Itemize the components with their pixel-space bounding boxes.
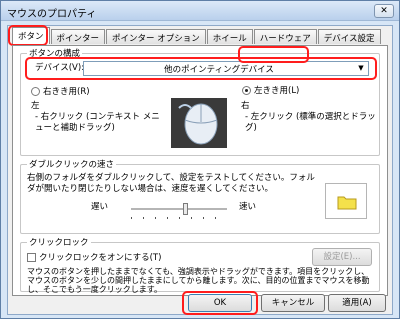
left-side-title: 左 bbox=[31, 101, 40, 111]
tab-wheel[interactable]: ホイール bbox=[206, 29, 253, 44]
apply-button[interactable]: 適用(A) bbox=[328, 294, 386, 312]
double-click-label: ダブルクリックの速さ bbox=[27, 158, 117, 170]
folder-icon bbox=[337, 196, 357, 210]
tab-device-settings[interactable]: デバイス設定 bbox=[317, 29, 381, 44]
mouse-image bbox=[171, 98, 227, 148]
checkbox-box bbox=[27, 252, 36, 262]
tab-strip: ボタン ポインター ポインター オプション ホイール ハードウェア デバイス設定 bbox=[12, 27, 382, 45]
right-side-desc: - 左クリック (標準の選択とドラッグ) bbox=[245, 112, 376, 133]
close-button[interactable]: ✕ bbox=[374, 4, 394, 18]
right-side-title: 右 bbox=[241, 101, 250, 111]
slider-thumb[interactable] bbox=[182, 203, 188, 215]
click-lock-desc: マウスのボタンを押したままでなくても、強調表示やドラッグができます。項目をクリッ… bbox=[27, 267, 370, 294]
left-handed-label: 左きき用(L) bbox=[254, 86, 300, 96]
mouse-properties-window: マウスのプロパティ ✕ ボタン ポインター ポインター オプション ホイール ハ… bbox=[0, 0, 400, 319]
ok-highlight bbox=[182, 291, 258, 315]
buttons-tab-panel: ボタンの構成 デバイス(V): 他のポインティングデバイス ▼ 右きき用(R) … bbox=[12, 45, 388, 296]
radio-dot-selected bbox=[242, 85, 251, 95]
radio-dot bbox=[31, 86, 40, 96]
tab-pointer[interactable]: ポインター bbox=[50, 29, 106, 44]
slow-label: 遅い bbox=[91, 202, 109, 212]
left-handed-radio[interactable]: 左きき用(L) bbox=[242, 84, 299, 96]
right-handed-radio[interactable]: 右きき用(R) bbox=[31, 85, 90, 97]
slider-track bbox=[131, 208, 227, 210]
cancel-button[interactable]: キャンセル bbox=[261, 294, 325, 312]
right-handed-label: 右きき用(R) bbox=[43, 87, 90, 97]
dialog-client-area: ボタン ポインター ポインター オプション ホイール ハードウェア デバイス設定… bbox=[7, 25, 393, 315]
left-handed-highlight bbox=[238, 46, 309, 63]
device-highlight bbox=[25, 57, 377, 80]
folder-shape bbox=[337, 196, 357, 210]
click-lock-settings-button[interactable]: 設定(E)... bbox=[312, 248, 372, 266]
tab-highlight bbox=[8, 25, 48, 46]
test-folder-area[interactable] bbox=[325, 183, 367, 219]
click-lock-label: クリックロック bbox=[27, 236, 91, 248]
fast-label: 速い bbox=[239, 202, 257, 212]
double-click-desc: 右側のフォルダをダブルクリックして、設定をテストしてください。フォルダが開いたり… bbox=[27, 173, 315, 194]
slider-ticks bbox=[131, 217, 227, 219]
click-lock-checkbox[interactable]: クリックロックをオンにする(T) bbox=[27, 251, 161, 263]
tab-hardware[interactable]: ハードウェア bbox=[253, 29, 317, 44]
title-bar: マウスのプロパティ ✕ bbox=[1, 1, 399, 21]
tab-pointer-options[interactable]: ポインター オプション bbox=[106, 29, 206, 44]
click-lock-checkbox-label: クリックロックをオンにする(T) bbox=[39, 253, 162, 263]
left-side-desc: - 右クリック (コンテキスト メニューと補助ドラッグ) bbox=[35, 112, 160, 133]
window-title: マウスのプロパティ bbox=[7, 9, 97, 20]
double-click-speed-slider[interactable] bbox=[131, 203, 227, 221]
